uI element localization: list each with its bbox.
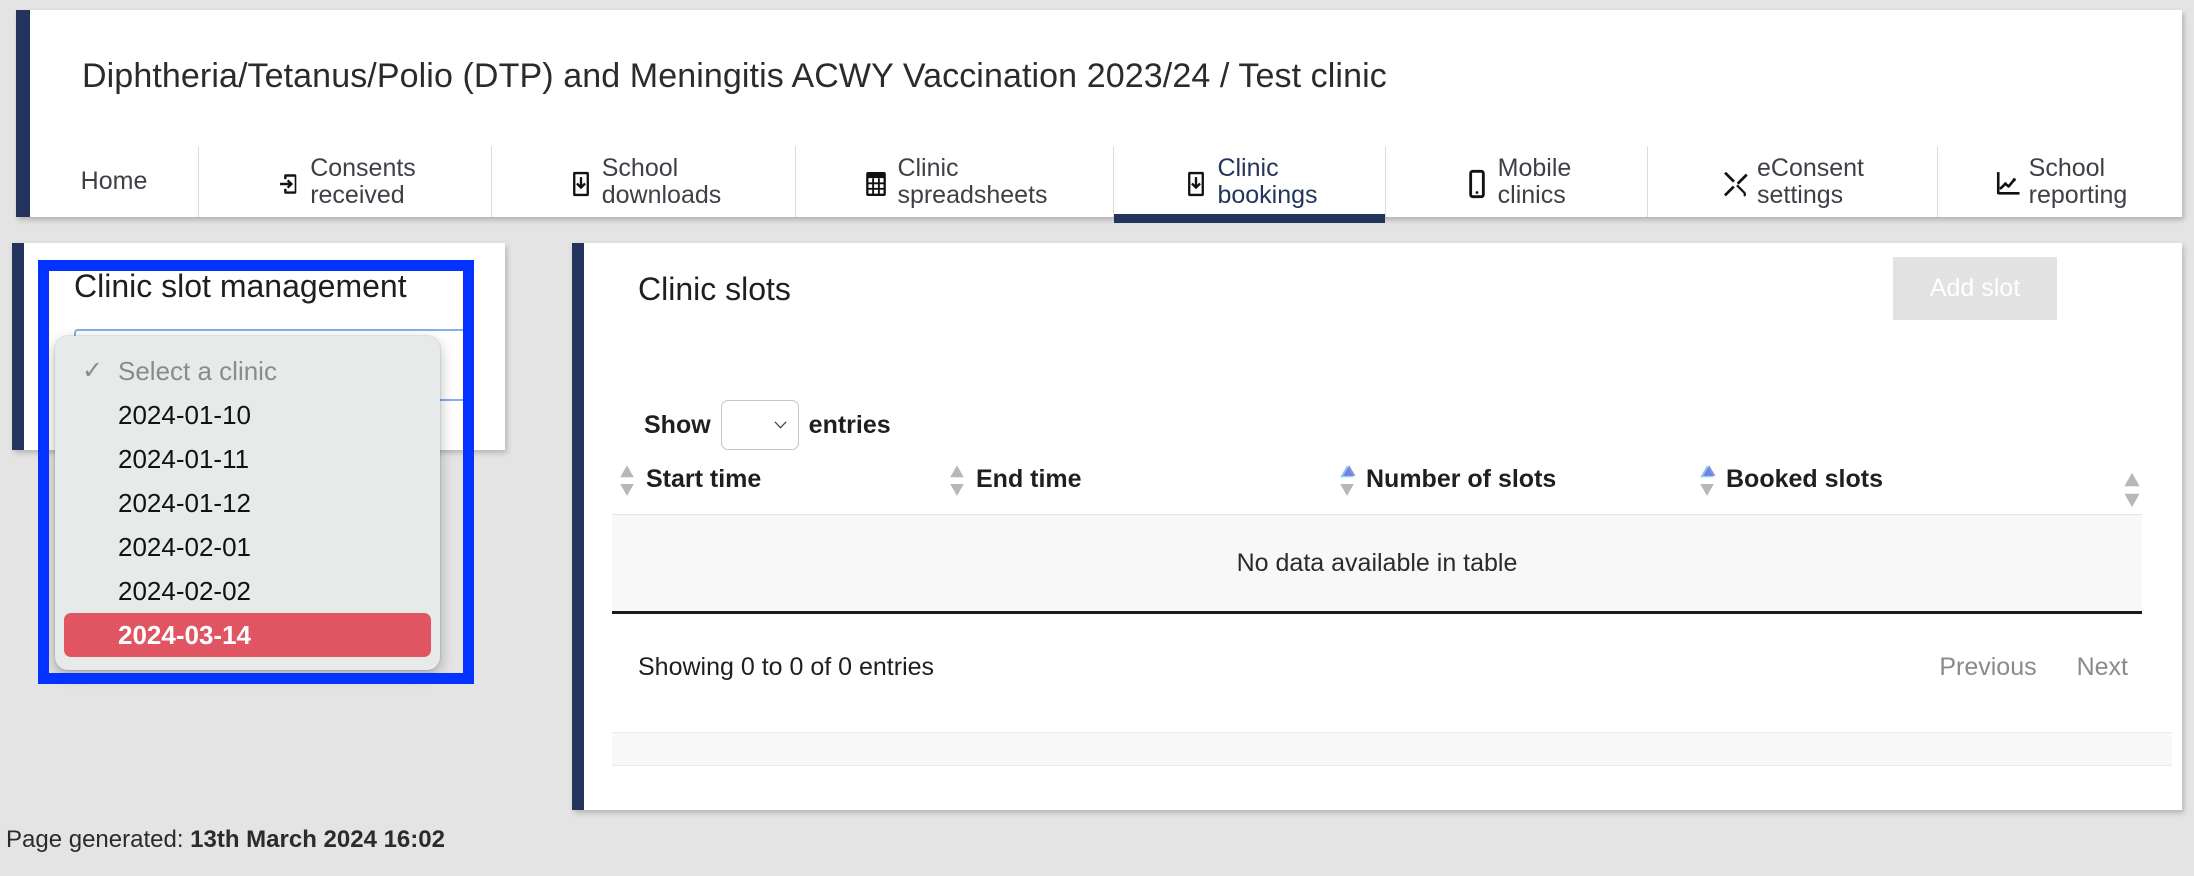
add-slot-button[interactable]: Add slot: [1893, 257, 2057, 320]
clinic-slot-management-title: Clinic slot management: [74, 268, 407, 304]
dropdown-option-2024-02-02[interactable]: 2024-02-02: [64, 569, 431, 613]
dropdown-option-label: 2024-02-02: [118, 575, 251, 606]
nav-tab-mobile-clinics[interactable]: Mobile clinics: [1385, 146, 1647, 217]
show-entries-prefix: Show: [644, 410, 711, 439]
graph-up-icon: [1993, 167, 2023, 201]
nav-tab-home[interactable]: Home: [30, 146, 198, 217]
nav-tab-home-label: Home: [80, 167, 148, 195]
page-generated-footer: Page generated: 13th March 2024 16:02: [6, 826, 445, 854]
page-generated-label: Page generated:: [6, 826, 184, 853]
dropdown-option-2024-02-01[interactable]: 2024-02-01: [64, 525, 431, 569]
dropdown-option-2024-01-10[interactable]: 2024-01-10: [64, 393, 431, 437]
column-header-number-of-slots[interactable]: Number of slots: [1332, 453, 1692, 515]
column-header-end-time[interactable]: End time: [942, 453, 1332, 515]
nav-tab-econsent-settings[interactable]: eConsent settings: [1647, 146, 1937, 217]
nav-tab-clinic-bookings[interactable]: Clinic bookings: [1113, 146, 1385, 223]
dropdown-option-label: 2024-02-01: [118, 531, 251, 562]
sort-arrows-icon: [1700, 464, 1716, 496]
sort-arrows-icon: [950, 464, 964, 496]
show-entries-suffix: entries: [808, 410, 891, 439]
grid-table-icon: [861, 167, 891, 201]
column-header-label: End time: [976, 465, 1082, 493]
nav-tab-consents-received-label: Consents received: [310, 153, 416, 209]
table-header-row: Start time End time Number of slots Book…: [612, 453, 2142, 515]
table-empty-row: No data available in table: [612, 514, 2142, 614]
nav-tab-consents-received[interactable]: Consents received: [198, 146, 491, 217]
box-arrow-down-icon: [1181, 167, 1211, 201]
dropdown-option-2024-03-14[interactable]: 2024-03-14: [64, 613, 431, 657]
page-title: Diphtheria/Tetanus/Polio (DTP) and Menin…: [82, 57, 1387, 95]
table-pagination: Previous Next: [1939, 653, 2154, 682]
dropdown-option-label: 2024-01-11: [118, 443, 250, 474]
dropdown-option-label: 2024-01-10: [118, 399, 251, 430]
chevron-down-icon: [774, 421, 787, 429]
main-navigation-tabs: Home Consents received School downloads …: [30, 146, 2182, 223]
table-entries-info: Showing 0 to 0 of 0 entries: [638, 653, 935, 681]
dropdown-option-label: 2024-01-12: [118, 487, 251, 518]
card-bottom-bar: [612, 732, 2172, 766]
nav-tab-school-downloads-label: School downloads: [601, 153, 722, 209]
nav-tab-clinic-spreadsheets-label: Clinic spreadsheets: [897, 153, 1048, 209]
column-header-start-time[interactable]: Start time: [612, 453, 942, 515]
nav-tab-clinic-bookings-label: Clinic bookings: [1217, 153, 1318, 209]
nav-tab-school-reporting-label: School reporting: [2028, 153, 2128, 209]
column-header-label: Number of slots: [1366, 465, 1557, 493]
sort-arrows-icon[interactable]: [2122, 471, 2142, 509]
dropdown-option-label: Select a clinic: [118, 355, 277, 386]
clinic-slots-table: Start time End time Number of slots Book…: [612, 453, 2142, 614]
nav-tab-school-downloads[interactable]: School downloads: [491, 146, 795, 217]
page-generated-value: 13th March 2024 16:02: [190, 826, 445, 853]
tools-icon: [1721, 167, 1751, 201]
show-entries-control: Show entries: [644, 400, 891, 450]
sort-arrows-icon: [1340, 464, 1356, 496]
entries-per-page-select[interactable]: [720, 400, 799, 450]
check-icon: ✓: [82, 356, 103, 385]
table-empty-message: No data available in table: [612, 514, 2142, 614]
pagination-next-button[interactable]: Next: [2077, 653, 2128, 682]
column-header-booked-slots[interactable]: Booked slots: [1692, 453, 2142, 515]
box-arrow-down-icon: [566, 167, 596, 201]
pagination-previous-button[interactable]: Previous: [1939, 653, 2036, 682]
table-footer: Showing 0 to 0 of 0 entries Previous Nex…: [612, 653, 2154, 682]
dropdown-option-2024-01-11[interactable]: 2024-01-11: [64, 437, 431, 481]
phone-icon: [1462, 167, 1492, 201]
nav-tab-school-reporting[interactable]: School reporting: [1937, 146, 2182, 217]
dropdown-option-label: 2024-03-14: [118, 619, 251, 650]
dropdown-option-2024-01-12[interactable]: 2024-01-12: [64, 481, 431, 525]
clinic-slots-title: Clinic slots: [638, 271, 791, 307]
sort-arrows-icon: [620, 464, 634, 496]
clinic-slots-card: Clinic slots Add slot Show entries Start…: [572, 243, 2182, 810]
column-header-label: Booked slots: [1726, 465, 1883, 493]
nav-tab-econsent-settings-label: eConsent settings: [1756, 153, 1865, 209]
clinic-select-dropdown[interactable]: ✓ Select a clinic 2024-01-10 2024-01-11 …: [55, 336, 440, 670]
nav-tab-mobile-clinics-label: Mobile clinics: [1497, 153, 1572, 209]
column-header-label: Start time: [646, 465, 762, 493]
header-card: Diphtheria/Tetanus/Polio (DTP) and Menin…: [16, 10, 2182, 223]
dropdown-option-select-a-clinic[interactable]: ✓ Select a clinic: [64, 349, 431, 393]
box-arrow-in-right-icon: [274, 167, 304, 201]
app-root: Diphtheria/Tetanus/Polio (DTP) and Menin…: [0, 0, 2194, 876]
nav-tab-clinic-spreadsheets[interactable]: Clinic spreadsheets: [795, 146, 1113, 217]
